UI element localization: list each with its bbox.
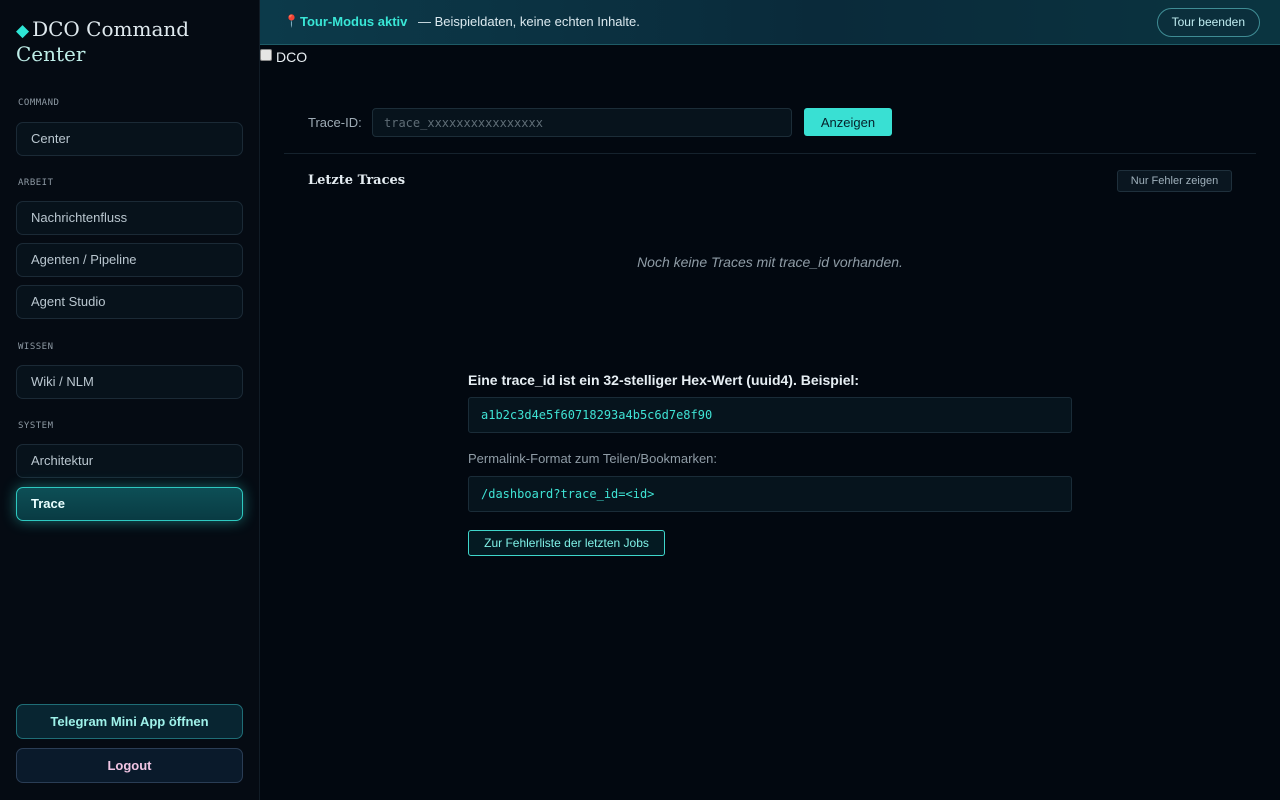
end-tour-button[interactable]: Tour beenden: [1156, 8, 1260, 37]
sidebar-item-agent-studio[interactable]: Agent Studio: [16, 285, 243, 319]
dco-label: DCO: [276, 49, 308, 65]
section-label-wissen: WISSEN: [18, 342, 54, 352]
trace-id-label: Trace-ID:: [308, 115, 362, 130]
sidebar-item-wiki-nlm[interactable]: Wiki / NLM: [16, 365, 243, 399]
permalink-format-label: Permalink-Format zum Teilen/Bookmarken:: [468, 451, 718, 466]
dco-checkbox[interactable]: [260, 49, 272, 61]
show-trace-button[interactable]: Anzeigen: [804, 108, 892, 136]
section-label-command: COMMAND: [18, 98, 60, 108]
trace-id-input[interactable]: [372, 108, 792, 137]
divider: [284, 153, 1256, 154]
section-label-system: SYSTEM: [18, 421, 54, 431]
section-label-arbeit: ARBEIT: [18, 178, 54, 188]
sidebar-item-architektur[interactable]: Architektur: [16, 444, 243, 478]
brand-line-2: Center: [16, 42, 86, 66]
errors-only-button[interactable]: Nur Fehler zeigen: [1117, 170, 1232, 192]
job-error-list-button[interactable]: Zur Fehlerliste der letzten Jobs: [468, 530, 665, 556]
logout-button[interactable]: Logout: [16, 748, 243, 783]
sidebar-item-center[interactable]: Center: [16, 122, 243, 156]
sidebar-item-agenten-pipeline[interactable]: Agenten / Pipeline: [16, 243, 243, 277]
sidebar: ◆ DCO Command Center COMMAND Center ARBEI…: [0, 0, 260, 800]
permalink-format-example: /dashboard?trace_id=<id>: [468, 476, 1072, 512]
sidebar-item-trace[interactable]: Trace: [16, 487, 243, 521]
tour-banner: 📍 Tour-Modus aktiv — Beispieldaten, kein…: [260, 0, 1280, 45]
telegram-mini-app-button[interactable]: Telegram Mini App öffnen: [16, 704, 243, 739]
empty-traces-message: Noch keine Traces mit trace_id vorhanden…: [637, 254, 903, 270]
sidebar-item-nachrichtenfluss[interactable]: Nachrichtenfluss: [16, 201, 243, 235]
recent-traces-title: Letzte Traces: [308, 173, 406, 188]
trace-id-example: a1b2c3d4e5f60718293a4b5c6d7e8f90: [468, 397, 1072, 433]
brand-line-1: DCO Command: [32, 17, 190, 41]
diamond-icon: ◆: [16, 21, 30, 41]
tour-description: — Beispieldaten, keine echten Inhalte.: [418, 14, 640, 29]
brand-title: ◆ DCO Command Center: [16, 18, 246, 66]
trace-id-help-title: Eine trace_id ist ein 32-stelliger Hex-W…: [468, 372, 860, 388]
tour-mode-label: Tour-Modus aktiv: [300, 14, 408, 29]
pin-icon: 📍: [284, 14, 299, 28]
